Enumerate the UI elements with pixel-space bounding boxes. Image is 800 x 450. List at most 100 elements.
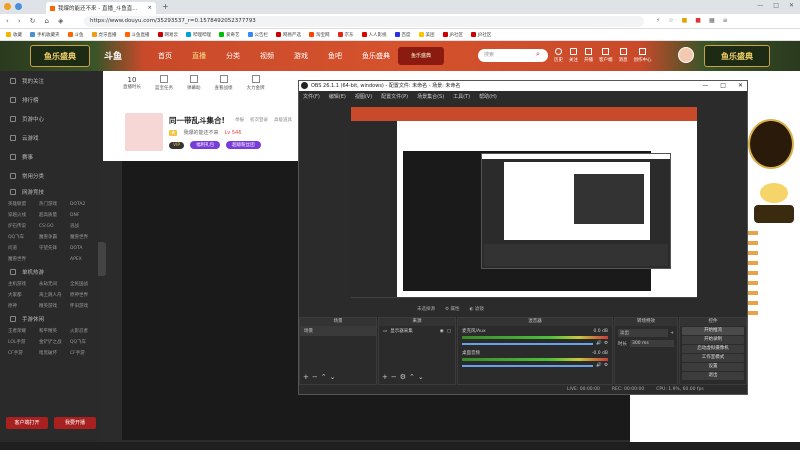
bookmark-item[interactable]: 百度 (394, 32, 411, 38)
minimize-icon[interactable]: — (702, 81, 708, 91)
follow-button[interactable]: 关注 (569, 48, 578, 63)
nav-yuba[interactable]: 鱼吧 (328, 51, 342, 61)
menu-profile[interactable]: 配置文件(P) (381, 93, 408, 100)
properties-button[interactable]: ⚙ 属性 (445, 306, 459, 312)
bookmark-item[interactable]: 哔哩哔哩 (186, 32, 211, 38)
record-button[interactable]: 查看战绩 (215, 75, 233, 91)
bookmark-item[interactable]: 公告栏 (247, 32, 268, 38)
close-window-icon[interactable]: ✕ (789, 2, 794, 9)
download-icon[interactable]: ■ (695, 17, 701, 24)
bookmark-item[interactable]: JR社区 (442, 32, 463, 38)
category-link[interactable]: DNF (70, 210, 101, 221)
bookmark-item[interactable]: JR社区 (470, 32, 491, 38)
category-link[interactable]: 魔兽世界 (8, 254, 39, 265)
fan-club-button[interactable]: 超级粉丝团 (226, 141, 261, 149)
remove-icon[interactable]: − (312, 373, 321, 381)
category-link[interactable]: 超高质量 (39, 210, 70, 221)
scene-item[interactable]: 场景 (300, 326, 376, 336)
category-link[interactable]: 炉石传说 (8, 221, 39, 232)
client-open-button[interactable]: 客户端打开 (6, 417, 48, 429)
remove-icon[interactable]: − (391, 373, 400, 381)
category-link[interactable]: 暗黑破坏 (39, 348, 70, 359)
category-link[interactable]: 和平精英 (39, 326, 70, 337)
filters-button[interactable]: ◐ 滤镜 (469, 306, 483, 312)
settings-button[interactable]: 设置 (682, 363, 744, 371)
streamer-name[interactable]: 我爆的能还不来 (183, 129, 218, 136)
gear-icon[interactable]: ⚙ (604, 363, 608, 368)
sidebar-item-common[interactable]: 常用分类 (0, 166, 103, 185)
sidebar-item-events[interactable]: 赛事 (0, 147, 103, 166)
client-button[interactable]: 客户端 (599, 48, 613, 63)
add-icon[interactable]: + (303, 373, 312, 381)
nav-live[interactable]: 直播 (192, 51, 206, 61)
extension-icon[interactable]: ⚡ (656, 17, 660, 24)
menu-file[interactable]: 文件(F) (303, 93, 320, 100)
volume-slider[interactable] (462, 342, 594, 345)
up-icon[interactable]: ⌃ (409, 373, 418, 381)
bookmark-item[interactable]: 斗鱼 (67, 32, 84, 38)
tab-close-icon[interactable]: × (147, 5, 152, 11)
category-link[interactable]: 王者荣耀 (8, 326, 39, 337)
start-streaming-button[interactable]: 开始推流 (682, 327, 744, 335)
eye-icon[interactable]: ◉ (440, 329, 444, 334)
forward-icon[interactable]: › (18, 17, 21, 25)
event-banner[interactable] (754, 205, 794, 223)
bookmark-item[interactable]: 收藏 (6, 32, 22, 38)
sidebar-item-cloudgame[interactable]: 云游戏 (0, 128, 103, 147)
category-link[interactable]: 海上跳人舟 (39, 290, 70, 301)
event-mascot-small[interactable] (760, 183, 788, 203)
category-link[interactable]: DOTA (70, 243, 101, 254)
obs-preview[interactable] (351, 107, 697, 297)
tab-active[interactable]: 我爆的能还不来 - 直播_斗鱼直... × (46, 2, 156, 14)
bookmark-item[interactable]: 淘宝网 (309, 32, 330, 38)
maximize-icon[interactable]: □ (720, 81, 726, 91)
nav-video[interactable]: 视频 (260, 51, 274, 61)
category-link[interactable]: 怀旧游戏 (70, 301, 101, 312)
category-link[interactable]: 原神世界 (70, 290, 101, 301)
room-cover[interactable] (125, 113, 163, 151)
history-button[interactable]: 历史 (554, 48, 563, 63)
star-icon[interactable]: ☆ (668, 17, 673, 24)
add-icon[interactable]: + (670, 331, 674, 336)
category-link[interactable]: 魔兽世界 (70, 232, 101, 243)
lock-icon[interactable]: ▢ (447, 329, 451, 334)
danmu-button[interactable]: 弹幕助 (187, 75, 201, 91)
nav-games[interactable]: 游戏 (294, 51, 308, 61)
medal-button[interactable]: 大力金牌 (247, 75, 265, 91)
gift-pack-button[interactable]: 福利礼包 (190, 141, 221, 149)
gear-icon[interactable]: ⚙ (604, 341, 608, 346)
down-icon[interactable]: ⌄ (418, 373, 427, 381)
duration-input[interactable]: 300 ms (630, 340, 674, 347)
transition-select[interactable]: 淡出 (618, 329, 669, 337)
category-link[interactable]: CF手游 (8, 348, 39, 359)
grid-icon[interactable]: ▦ (709, 17, 715, 24)
task-button[interactable]: 蓝宝任务 (155, 75, 173, 91)
source-item[interactable]: ▭ 显示器采集 ◉ ▢ (379, 326, 455, 336)
site-logo[interactable]: 斗鱼 (104, 49, 122, 62)
category-link[interactable]: 守望先锋 (39, 243, 70, 254)
sidebar-item-rank[interactable]: 排行榜 (0, 90, 103, 109)
creator-button[interactable]: 创作中心 (634, 48, 652, 63)
category-link[interactable]: APEX (70, 254, 101, 265)
menu-scene-collection[interactable]: 场景集合(S) (417, 93, 444, 100)
menu-help[interactable]: 帮助(H) (479, 93, 497, 100)
category-link[interactable]: 英雄联盟 (8, 199, 39, 210)
add-icon[interactable]: + (382, 373, 391, 381)
category-link[interactable]: 穿越火线 (8, 210, 39, 221)
speaker-icon[interactable]: 🔊 (596, 341, 602, 346)
category-link[interactable]: 精英游戏 (39, 301, 70, 312)
category-link[interactable]: 主机游戏 (8, 279, 39, 290)
nav-festival[interactable]: 鱼乐盛典 (362, 51, 390, 61)
studio-mode-button[interactable]: 工作室模式 (682, 354, 744, 362)
message-button[interactable]: 消息 (619, 48, 628, 63)
speaker-icon[interactable]: 🔊 (596, 363, 602, 368)
promo-badge[interactable]: 鱼乐盛典 (398, 47, 444, 65)
start-live-button[interactable]: 我要开播 (54, 417, 96, 429)
menu-tools[interactable]: 工具(T) (453, 93, 470, 100)
bookmark-item[interactable]: 人人影视 (361, 32, 387, 38)
bookmark-item[interactable]: 网易严选 (276, 32, 301, 38)
up-icon[interactable]: ⌃ (321, 373, 330, 381)
category-link[interactable]: CF手游 (70, 348, 101, 359)
url-input[interactable]: https://www.douyu.com/35293537_r=0.15784… (84, 16, 644, 27)
shield-icon[interactable]: ◈ (58, 17, 63, 25)
